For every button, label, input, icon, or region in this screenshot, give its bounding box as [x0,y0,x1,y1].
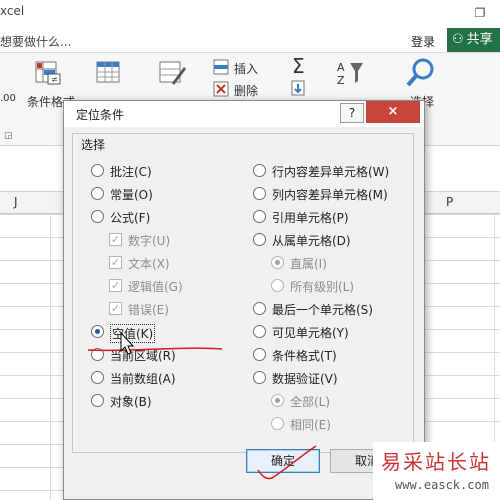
option-label: 全部(L) [290,395,331,409]
option-label: 对象(B) [110,395,152,409]
watermark-logo: 易采站长站 [381,450,491,474]
checkmark-icon: ✓ [109,279,122,292]
option-label: 所有级别(L) [290,280,355,294]
radio-data-validation[interactable] [253,371,266,384]
dialog-title: 定位条件 [76,108,125,122]
fill-down-icon[interactable] [290,79,308,97]
option-label: 逻辑值(G) [128,280,183,294]
checkmark-icon: ✓ [109,302,122,315]
column-j[interactable]: J [14,195,18,209]
option-label: 条件格式(T) [272,349,337,363]
tell-me-search[interactable]: 想要做什么... [0,33,71,50]
svg-text:≠: ≠ [51,75,58,84]
svg-text:Z: Z [337,74,345,87]
select-groupbox: 选择 批注(C) 常量(O) 公式(F) ✓ 数字(U) ✓ 文本(X) ✓ 逻… [72,133,414,453]
radio-all-levels [271,279,284,292]
user-icon: ⚇ [452,32,464,47]
option-label: 数据验证(V) [272,372,338,386]
goto-special-dialog: 定位条件 ? × 选择 批注(C) 常量(O) 公式(F) ✓ 数字(U) ✓ … [63,100,425,500]
ok-button[interactable]: 确定 [246,449,320,473]
radio-blanks[interactable] [91,325,104,338]
radio-precedents[interactable] [253,210,266,223]
radio-last-cell[interactable] [253,302,266,315]
option-label: 相同(E) [290,418,331,432]
svg-text:A: A [337,61,345,74]
checkmark-icon: ✓ [109,256,122,269]
window-restore-icon[interactable]: ❐ [466,2,494,24]
radio-row-differences[interactable] [253,164,266,177]
insert-label[interactable]: 插入 [234,60,258,77]
radio-constants[interactable] [91,187,104,200]
radio-validation-all [271,394,284,407]
excel-title-bar: xcel ❐ [0,0,500,28]
column-p[interactable]: P [446,195,453,209]
radio-visible-cells[interactable] [253,325,266,338]
option-label: 当前数组(A) [110,372,176,386]
radio-direct-only [271,256,284,269]
watermark-url: www.easck.com [395,478,489,492]
radio-comments[interactable] [91,164,104,177]
sum-icon[interactable]: Σ [290,55,312,77]
option-label: 错误(E) [128,303,169,317]
option-label: 行内容差异单元格(W) [272,165,390,179]
conditional-format-icon[interactable]: ≠ [34,59,62,87]
option-label: 文本(X) [128,257,170,271]
share-label: 共享 [466,32,493,47]
option-label: 列内容差异单元格(M) [272,188,388,202]
option-label: 当前区域(R) [110,349,176,363]
radio-current-array[interactable] [91,371,104,384]
login-link[interactable]: 登录 [411,33,435,50]
option-label: 常量(O) [110,188,153,202]
delete-icon[interactable] [212,79,232,99]
radio-current-region[interactable] [91,348,104,361]
watermark: 易采站长站 www.easck.com [373,442,500,500]
svg-text:Σ: Σ [292,55,305,77]
help-button[interactable]: ? [340,103,364,123]
cell-styles-icon[interactable] [158,59,186,87]
sort-filter-icon[interactable]: A Z [336,59,364,87]
radio-validation-same [271,417,284,430]
option-label: 空值(K) [110,324,156,343]
dialog-title-bar[interactable]: 定位条件 ? × [64,101,424,127]
option-label: 数字(U) [128,234,171,248]
delete-label[interactable]: 删除 [234,82,258,99]
share-button[interactable]: ⚇ 共享 [447,28,500,52]
find-select-icon[interactable] [405,57,437,89]
radio-formulas[interactable] [91,210,104,223]
option-label: 引用单元格(P) [272,211,349,225]
table-format-icon[interactable] [95,59,123,87]
close-button[interactable]: × [366,101,420,123]
decimal-format[interactable]: .00 [0,93,16,104]
checkmark-icon: ✓ [109,233,122,246]
app-title: xcel [0,4,25,18]
option-label: 最后一个单元格(S) [272,303,373,317]
option-label: 公式(F) [110,211,151,225]
radio-conditional-formats[interactable] [253,348,266,361]
dialog-launcher-icon[interactable]: ◲ [4,131,13,141]
option-label: 从属单元格(D) [272,234,351,248]
option-label: 批注(C) [110,165,152,179]
radio-column-differences[interactable] [253,187,266,200]
ribbon-tabs-row: 想要做什么... 登录 [0,28,500,52]
group-label: 选择 [81,136,106,153]
option-label: 直属(I) [290,257,327,271]
radio-dependents[interactable] [253,233,266,246]
insert-icon[interactable] [212,57,232,77]
radio-objects[interactable] [91,394,104,407]
option-label: 可见单元格(Y) [272,326,349,340]
